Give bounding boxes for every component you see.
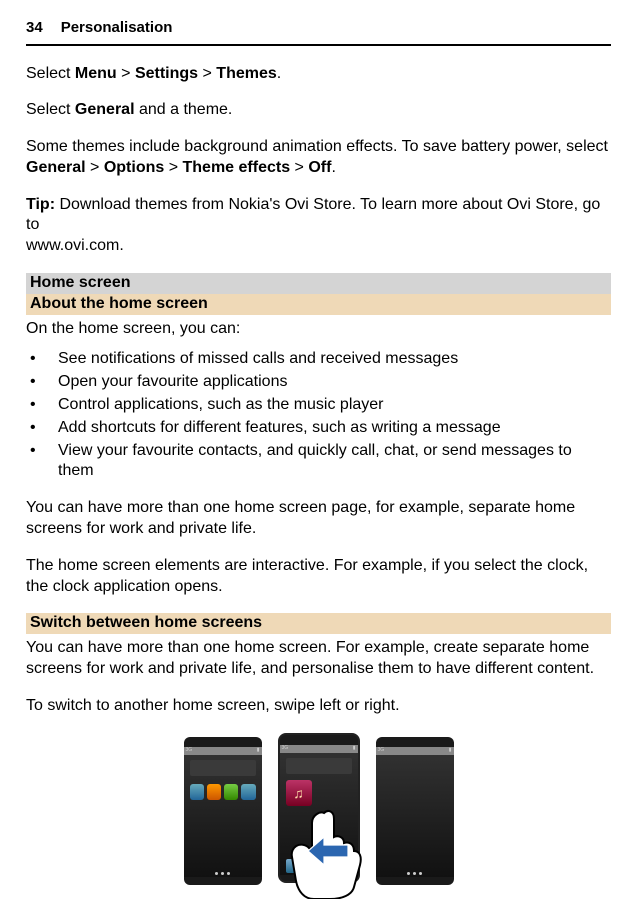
- menu-path-settings: Settings: [135, 65, 198, 82]
- list-item: •Add shortcuts for different features, s…: [30, 418, 611, 439]
- swipe-arrow-icon: [308, 837, 348, 865]
- heading-about-home-screen: About the home screen: [26, 294, 611, 315]
- paragraph-swipe: To switch to another home screen, swipe …: [26, 696, 611, 717]
- list-item: •See notifications of missed calls and r…: [30, 349, 611, 370]
- tip-ovi: Tip: Download themes from Nokia's Ovi St…: [26, 195, 611, 257]
- list-item: •Open your favourite applications: [30, 372, 611, 393]
- paragraph-battery: Some themes include background animation…: [26, 137, 611, 179]
- phone-right: 3G▮: [376, 737, 454, 885]
- bullet-icon: •: [30, 395, 38, 416]
- menu-path-general: General: [75, 101, 135, 118]
- instruction-select-general: Select General and a theme.: [26, 100, 611, 121]
- bullet-icon: •: [30, 441, 38, 483]
- page-header: 34 Personalisation: [26, 18, 611, 46]
- list-item: •Control applications, such as the music…: [30, 395, 611, 416]
- bullet-icon: •: [30, 372, 38, 393]
- paragraph-switch-desc: You can have more than one home screen. …: [26, 638, 611, 680]
- phone-left: 3G▮: [184, 737, 262, 885]
- heading-switch-screens: Switch between home screens: [26, 613, 611, 634]
- swipe-illustration: 3G▮ 3G▮ ♫ 3G▮: [180, 733, 458, 893]
- page-number: 34: [26, 18, 43, 38]
- bullet-icon: •: [30, 418, 38, 439]
- paragraph-multiple-screens: You can have more than one home screen p…: [26, 498, 611, 540]
- menu-path-menu: Menu: [75, 65, 117, 82]
- home-screen-capabilities-list: •See notifications of missed calls and r…: [26, 349, 611, 482]
- list-item: •View your favourite contacts, and quick…: [30, 441, 611, 483]
- menu-path-themes: Themes: [216, 65, 276, 82]
- instruction-select-menu: Select Menu > Settings > Themes.: [26, 64, 611, 85]
- bullet-icon: •: [30, 349, 38, 370]
- ovi-url: www.ovi.com.: [26, 237, 124, 254]
- tip-label: Tip:: [26, 196, 55, 213]
- heading-home-screen: Home screen: [26, 273, 611, 294]
- paragraph-on-home-screen: On the home screen, you can:: [26, 319, 611, 340]
- paragraph-interactive: The home screen elements are interactive…: [26, 556, 611, 598]
- section-title: Personalisation: [61, 18, 173, 38]
- music-icon: ♫: [286, 780, 312, 806]
